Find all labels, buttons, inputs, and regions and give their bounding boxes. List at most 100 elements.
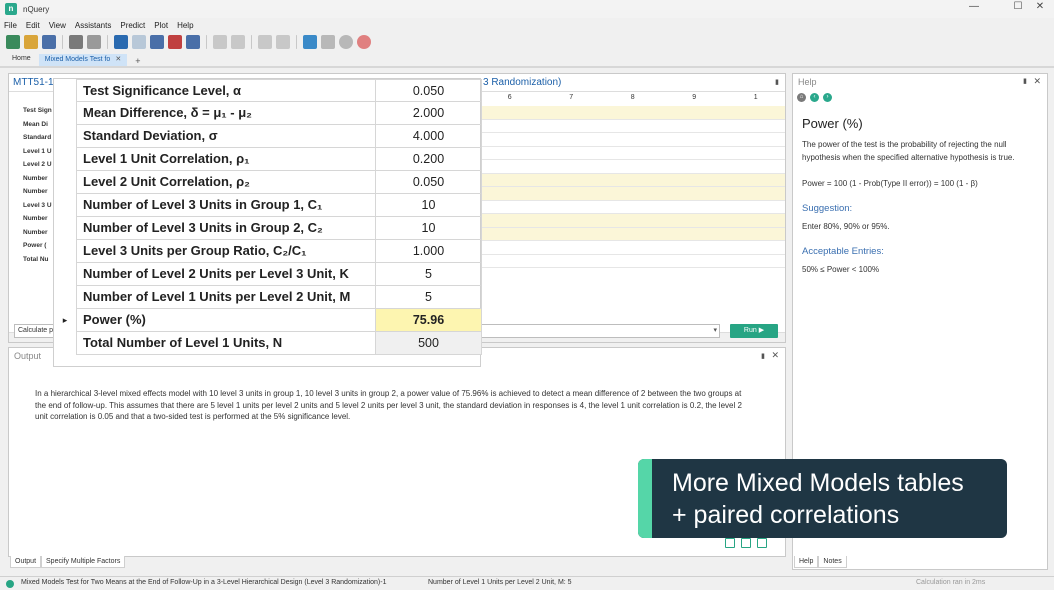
- nquery-logo-icon: n: [5, 3, 17, 15]
- grid-row[interactable]: [481, 160, 785, 174]
- menu-view[interactable]: View: [49, 21, 66, 30]
- grid-row[interactable]: [481, 227, 785, 241]
- column-header[interactable]: 6: [479, 94, 541, 101]
- output-pin-icon[interactable]: ▮: [761, 352, 765, 360]
- undo-icon[interactable]: [114, 35, 128, 49]
- cancel-circle-icon[interactable]: [357, 35, 371, 49]
- acceptable-entries-heading: Acceptable Entries:: [802, 246, 884, 257]
- table-row[interactable]: Test Significance Level, α 0.050: [54, 79, 482, 102]
- grid-row[interactable]: [481, 187, 785, 201]
- bar-chart-icon[interactable]: [303, 35, 317, 49]
- tab-output[interactable]: Output: [10, 556, 42, 568]
- add-circle-icon[interactable]: [339, 35, 353, 49]
- table-row[interactable]: Total Number of Level 1 Units, N 500: [54, 332, 482, 355]
- tab-underline: [0, 66, 1054, 68]
- column-header[interactable]: 7: [541, 94, 603, 101]
- menu-assistants[interactable]: Assistants: [75, 21, 111, 30]
- grid-row[interactable]: [481, 241, 785, 255]
- table-row[interactable]: Number of Level 3 Units in Group 1, C₁ 1…: [54, 194, 482, 217]
- minimize-button[interactable]: —: [960, 1, 988, 12]
- row-value[interactable]: 0.200: [376, 148, 482, 171]
- back-icon[interactable]: ‹: [810, 93, 819, 102]
- forward-icon[interactable]: ›: [823, 93, 832, 102]
- grid-row[interactable]: [481, 147, 785, 160]
- redo-icon[interactable]: [132, 35, 146, 49]
- close-tab-icon[interactable]: ✕: [115, 56, 121, 63]
- new-table-icon[interactable]: [6, 35, 20, 49]
- fill-right-icon[interactable]: [186, 35, 200, 49]
- menu-plot[interactable]: Plot: [154, 21, 168, 30]
- row-label: Standard Deviation, σ: [76, 125, 376, 148]
- menu-file[interactable]: File: [4, 21, 17, 30]
- grid-row[interactable]: [481, 133, 785, 147]
- row-value[interactable]: 0.050: [376, 171, 482, 194]
- chart-icon[interactable]: [276, 35, 290, 49]
- column-header[interactable]: 1: [725, 94, 787, 101]
- row-value[interactable]: 5: [376, 286, 482, 309]
- row-value[interactable]: 4.000: [376, 125, 482, 148]
- table-row[interactable]: Level 2 Unit Correlation, ρ₂ 0.050: [54, 171, 482, 194]
- table-row[interactable]: Number of Level 2 Units per Level 3 Unit…: [54, 263, 482, 286]
- insert-column-icon[interactable]: [150, 35, 164, 49]
- pin-icon[interactable]: ▮: [775, 78, 779, 86]
- delta-icon[interactable]: [213, 35, 227, 49]
- tab-help[interactable]: Help: [794, 556, 819, 568]
- delete-column-icon[interactable]: [168, 35, 182, 49]
- table-row-power[interactable]: ▸ Power (%) 75.96: [54, 309, 482, 332]
- column-header[interactable]: 8: [602, 94, 664, 101]
- grid-row[interactable]: [481, 173, 785, 187]
- help-body: Power (%) The power of the test is the p…: [802, 116, 1040, 289]
- menu-predict[interactable]: Predict: [120, 21, 145, 30]
- plot-icon[interactable]: [258, 35, 272, 49]
- open-folder-icon[interactable]: [24, 35, 38, 49]
- save-icon[interactable]: [42, 35, 56, 49]
- grid-row[interactable]: [481, 255, 785, 268]
- design-title: 3 Randomization): [483, 77, 562, 88]
- menu-help[interactable]: Help: [177, 21, 193, 30]
- table-row[interactable]: Number of Level 1 Units per Level 2 Unit…: [54, 286, 482, 309]
- help-header: Help ▮ ✕: [793, 74, 1047, 90]
- tab-home[interactable]: Home: [6, 54, 37, 66]
- row-label: Mean Di: [23, 120, 48, 128]
- close-window-button[interactable]: ✕: [1026, 1, 1054, 12]
- help-scrollbar[interactable]: [1037, 90, 1045, 560]
- edit-output-icon[interactable]: [757, 538, 767, 548]
- power-value[interactable]: 75.96: [376, 309, 482, 332]
- help-close-icon[interactable]: ✕: [1033, 76, 1041, 87]
- gear-icon[interactable]: [321, 35, 335, 49]
- tab-mixed-models[interactable]: Mixed Models Test fo ✕: [38, 54, 128, 66]
- tab-notes[interactable]: Notes: [818, 556, 847, 568]
- column-header[interactable]: 9: [664, 94, 726, 101]
- grid-row[interactable]: [481, 120, 785, 133]
- row-value[interactable]: 10: [376, 217, 482, 240]
- output-close-icon[interactable]: ✕: [771, 350, 779, 361]
- print-preview-icon[interactable]: [87, 35, 101, 49]
- grid-row[interactable]: [481, 214, 785, 228]
- output-title: Output: [14, 351, 42, 361]
- copy-output-icon[interactable]: [741, 538, 751, 548]
- row-value[interactable]: 2.000: [376, 102, 482, 125]
- table-row[interactable]: Level 3 Units per Group Ratio, C₂/C₁ 1.0…: [54, 240, 482, 263]
- toolbar: [0, 32, 1054, 52]
- help-pin-icon[interactable]: ▮: [1023, 77, 1027, 85]
- sigma-icon[interactable]: [231, 35, 245, 49]
- menu-edit[interactable]: Edit: [26, 21, 40, 30]
- row-value[interactable]: 5: [376, 263, 482, 286]
- grid-row[interactable]: [481, 106, 785, 120]
- run-button[interactable]: Run ▶: [730, 324, 778, 338]
- row-value[interactable]: 1.000: [376, 240, 482, 263]
- tab-specify-multiple-factors[interactable]: Specify Multiple Factors: [41, 556, 126, 568]
- table-row[interactable]: Mean Difference, δ = μ₁ - μ₂ 2.000: [54, 102, 482, 125]
- row-value[interactable]: 0.050: [376, 79, 482, 102]
- print-icon[interactable]: [69, 35, 83, 49]
- grid-row[interactable]: [481, 201, 785, 214]
- print-output-icon[interactable]: [725, 538, 735, 548]
- callout-line-2: + paired correlations: [672, 501, 900, 529]
- table-row[interactable]: Number of Level 3 Units in Group 2, C₂ 1…: [54, 217, 482, 240]
- row-value[interactable]: 10: [376, 194, 482, 217]
- title-bar: n nQuery — ☐ ✕: [0, 0, 1054, 18]
- table-row[interactable]: Level 1 Unit Correlation, ρ₁ 0.200: [54, 148, 482, 171]
- table-row[interactable]: Standard Deviation, σ 4.000: [54, 125, 482, 148]
- home-icon[interactable]: ⌂: [797, 93, 806, 102]
- add-tab-button[interactable]: +: [129, 56, 146, 66]
